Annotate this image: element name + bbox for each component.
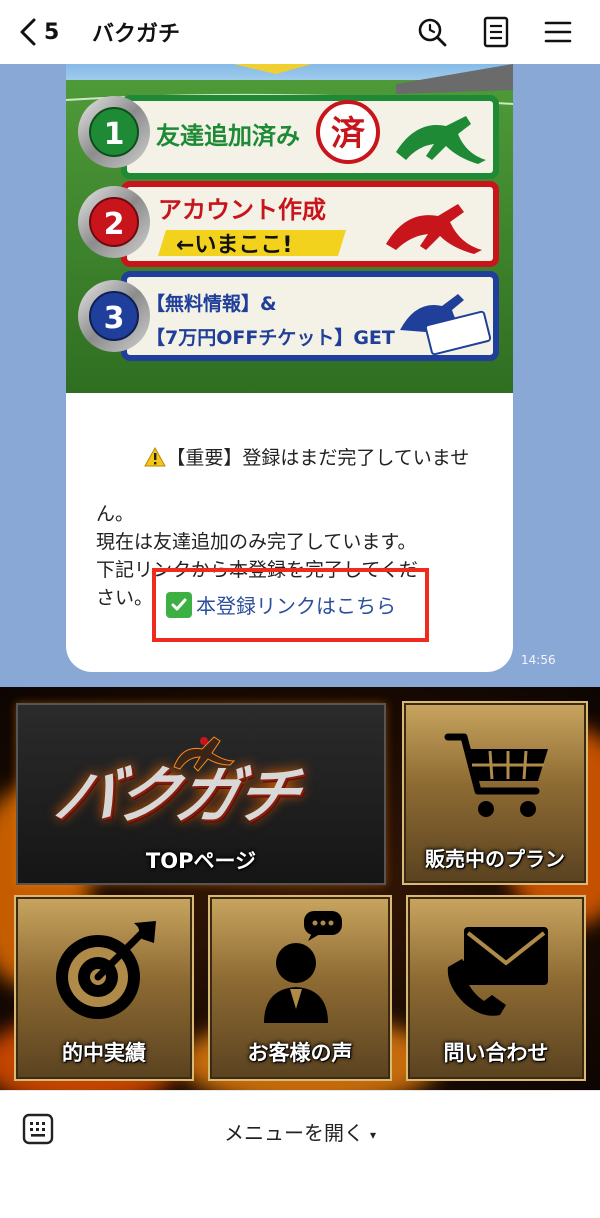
contact-tile[interactable]: 問い合わせ [406,895,586,1081]
chat-area[interactable]: 1 友達追加済み 済 2 アカウント作成 ←いまここ! 3 【無料情報】& 【7… [0,64,600,687]
message-line-3: 現在は友達追加のみ完了しています。 [96,531,417,553]
search-icon [418,18,447,47]
menu-button[interactable] [540,14,576,50]
registration-link-text[interactable]: 本登録リンクはこちら [196,590,396,619]
results-label: 的中実績 [62,1041,146,1065]
top-page-tile[interactable]: バクガチ TOPページ [16,703,386,885]
results-tile[interactable]: 的中実績 [14,895,194,1081]
step-1-stamp: 済 [331,114,366,154]
step-3-line2: 【7万円OFFチケット】GET [146,326,395,349]
unread-count: 5 [44,19,60,45]
step-2-subtext: ←いまここ! [176,233,292,258]
chat-title: バクガチ [92,22,181,47]
back-button[interactable]: 5 [18,14,59,50]
bottom-bar: メニューを開く ▾ [0,1090,600,1218]
mail-phone-icon [447,927,548,1016]
plans-label: 販売中のプラン [425,847,565,871]
open-menu-label: メニューを開く [223,1121,364,1145]
plans-tile[interactable]: 販売中のプラン [402,701,588,885]
step-1-number: 1 [104,117,125,152]
target-icon [56,921,156,1019]
search-button[interactable] [414,14,450,50]
check-mark-icon [166,591,192,618]
reviews-label: お客様の声 [247,1041,353,1065]
notes-button[interactable] [478,14,514,50]
caret-down-icon: ▾ [369,1127,377,1142]
chat-header: 5 バクガチ [0,0,600,64]
registration-link[interactable]: 本登録リンクはこちら [166,590,396,619]
contact-label: 問い合わせ [443,1041,549,1065]
step-3-number: 3 [104,301,125,336]
step-2-row: 2 アカウント作成 ←いまここ! [78,181,499,267]
message-time: 14:56 [521,653,556,667]
back-chevron-icon [20,18,36,46]
rich-menu: バクガチ TOPページ 販売中のプラン 的中実績 お客様の声 問い合わせ [0,687,600,1090]
warning-icon [144,446,167,467]
step-3-line1: 【無料情報】& [146,292,277,315]
message-line-1: 【重要】登録はまだ完了していませ [166,447,470,469]
open-menu-button[interactable]: メニューを開く ▾ [0,1117,600,1146]
top-page-label: TOPページ [145,849,257,873]
reviews-tile[interactable]: お客様の声 [208,895,392,1081]
bakugachi-logo: バクガチ [49,759,305,832]
registration-banner[interactable]: 1 友達追加済み 済 2 アカウント作成 ←いまここ! 3 【無料情報】& 【7… [66,64,513,393]
notes-icon [483,16,509,48]
link-highlight-box: 本登録リンクはこちら [152,568,429,642]
message-line-2: ん。 [96,503,135,525]
cart-icon [444,733,548,817]
step-1-row: 1 友達追加済み 済 [78,95,499,179]
step-2-text: アカウント作成 [158,196,326,224]
step-2-number: 2 [104,207,125,242]
message-bubble: 1 友達追加済み 済 2 アカウント作成 ←いまここ! 3 【無料情報】& 【7… [66,64,513,672]
step-1-text: 友達追加済み [156,122,300,150]
step-3-row: 3 【無料情報】& 【7万円OFFチケット】GET [78,271,499,361]
menu-icon [544,21,572,43]
person-chat-icon [264,911,342,1023]
